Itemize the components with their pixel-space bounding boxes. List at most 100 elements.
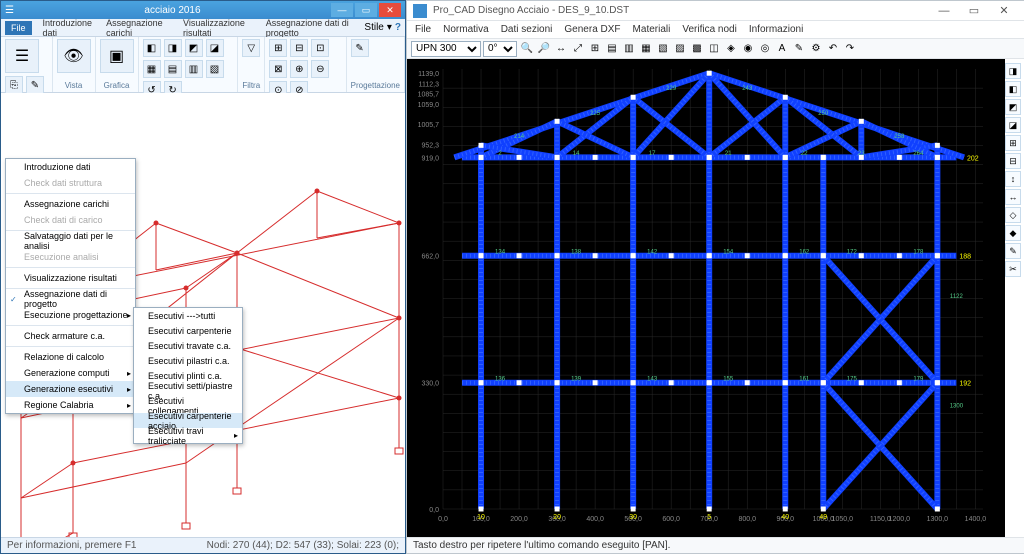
toolbar-btn[interactable]: ⤢ <box>570 41 586 57</box>
sidetool-btn[interactable]: ◨ <box>1005 63 1021 79</box>
ribbon-btn[interactable]: ⊡ <box>311 39 329 57</box>
ribbon-btn[interactable]: ◩ <box>185 39 203 57</box>
procad-menu-item[interactable]: Dati sezioni <box>501 24 553 35</box>
sidetool-btn[interactable]: ◆ <box>1005 225 1021 241</box>
toolbar-btn[interactable]: ▦ <box>638 41 654 57</box>
svg-text:919,0: 919,0 <box>421 155 439 162</box>
menu-assegnazione-carichi[interactable]: Assegnazione carichi <box>103 16 172 40</box>
sidetool-btn[interactable]: ✂ <box>1005 261 1021 277</box>
ribbon-btn[interactable]: 👁 <box>57 39 91 73</box>
procad-menu-item[interactable]: Informazioni <box>749 24 803 35</box>
sidetool-btn[interactable]: ◇ <box>1005 207 1021 223</box>
submenu-item[interactable]: Esecutivi --->tutti <box>134 308 242 323</box>
sidetool-btn[interactable]: ⊞ <box>1005 135 1021 151</box>
menu-file[interactable]: File <box>5 21 32 35</box>
ctx-item[interactable]: Regione Calabria <box>6 397 135 413</box>
angle-combo[interactable]: 0° <box>483 41 517 57</box>
procad-menu-item[interactable]: Verifica nodi <box>682 24 736 35</box>
menu-assegnazione-progetto[interactable]: Assegnazione dati di progetto <box>263 16 357 40</box>
acciaio-canvas[interactable]: Introduzione datiCheck dati struttura Ass… <box>1 93 405 537</box>
submenu-item[interactable]: Esecutivi travi tralicciate <box>134 428 242 443</box>
ribbon-btn[interactable]: ▣ <box>100 39 134 73</box>
ctx-item[interactable]: Introduzione dati <box>6 159 135 175</box>
sidetool-btn[interactable]: ↕ <box>1005 171 1021 187</box>
submenu-item[interactable]: Esecutivi carpenterie <box>134 323 242 338</box>
sidetool-btn[interactable]: ⊟ <box>1005 153 1021 169</box>
toolbar-btn[interactable]: ▨ <box>672 41 688 57</box>
ribbon-btn[interactable]: ▦ <box>143 60 161 78</box>
ctx-item[interactable]: Esecuzione progettazione <box>6 307 135 323</box>
submenu-item[interactable]: Esecutivi travate c.a. <box>134 338 242 353</box>
ctx-item[interactable]: Visualizzazione risultati <box>6 270 135 286</box>
ctx-item[interactable]: Assegnazione carichi <box>6 196 135 212</box>
toolbar-btn[interactable]: ▩ <box>689 41 705 57</box>
toolbar-btn[interactable]: ◫ <box>706 41 722 57</box>
sidetool-btn[interactable]: ◪ <box>1005 117 1021 133</box>
toolbar-btn[interactable]: ⊞ <box>587 41 603 57</box>
ribbon-btn[interactable]: ⊖ <box>311 60 329 78</box>
ribbon-btn[interactable]: ✎ <box>351 39 369 57</box>
ribbon-btn[interactable]: ⊟ <box>290 39 308 57</box>
ribbon-btn[interactable]: ◧ <box>143 39 161 57</box>
toolbar-btn[interactable]: ↶ <box>825 41 841 57</box>
procad-menu-item[interactable]: Normativa <box>443 24 489 35</box>
toolbar-btn[interactable]: ▥ <box>621 41 637 57</box>
ribbon-btn[interactable]: ◪ <box>206 39 224 57</box>
ctx-item[interactable]: Salvataggio dati per le analisi <box>6 233 135 249</box>
procad-menu-item[interactable]: Genera DXF <box>564 24 620 35</box>
stile-dropdown-icon[interactable]: ▾ <box>387 22 392 33</box>
procad-menu-item[interactable]: File <box>415 24 431 35</box>
ribbon-btn[interactable]: ▧ <box>206 60 224 78</box>
sidetool-btn[interactable]: ◧ <box>1005 81 1021 97</box>
toolbar-btn[interactable]: A <box>774 41 790 57</box>
toolbar-btn[interactable]: ⚙ <box>808 41 824 57</box>
ctx-item[interactable]: Generazione computi <box>6 365 135 381</box>
close-button[interactable]: ✕ <box>989 2 1019 20</box>
right-side-toolbar: ◨ ◧ ◩ ◪ ⊞ ⊟ ↕ ↔ ◇ ◆ ✎ ✂ <box>1005 63 1023 277</box>
svg-text:200,0: 200,0 <box>510 516 528 523</box>
ctx-item[interactable]: Relazione di calcolo <box>6 349 135 365</box>
sys-menu-icon[interactable]: ☰ <box>5 5 14 16</box>
toolbar-btn[interactable]: ◉ <box>740 41 756 57</box>
ctx-item[interactable]: Check armature c.a. <box>6 328 135 344</box>
submenu-item[interactable]: Esecutivi pilastri c.a. <box>134 353 242 368</box>
toolbar-btn[interactable]: ▧ <box>655 41 671 57</box>
menu-introduzione[interactable]: Introduzione dati <box>40 16 96 40</box>
toolbar-btn[interactable]: ↔ <box>553 41 569 57</box>
ribbon-btn[interactable]: ⊕ <box>290 60 308 78</box>
toolbar-btn[interactable]: ◎ <box>757 41 773 57</box>
sidetool-btn[interactable]: ◩ <box>1005 99 1021 115</box>
maximize-button[interactable]: ▭ <box>355 3 377 17</box>
maximize-button[interactable]: ▭ <box>959 2 989 20</box>
toolbar-btn[interactable]: ▤ <box>604 41 620 57</box>
svg-text:1200,0: 1200,0 <box>889 516 911 523</box>
svg-text:161: 161 <box>799 376 810 382</box>
toolbar-btn[interactable]: ◈ <box>723 41 739 57</box>
ribbon-btn[interactable]: ⎘ <box>5 76 23 94</box>
sidetool-btn[interactable]: ✎ <box>1005 243 1021 259</box>
sidetool-btn[interactable]: ↔ <box>1005 189 1021 205</box>
ribbon-btn[interactable]: ▽ <box>242 39 260 57</box>
toolbar-btn[interactable]: ✎ <box>791 41 807 57</box>
ctx-item[interactable]: Generazione esecutivi <box>6 381 135 397</box>
close-button[interactable]: ✕ <box>379 3 401 17</box>
toolbar-btn[interactable]: 🔍 <box>519 41 535 57</box>
procad-canvas[interactable]: 2021881922142252292432502582141721222326… <box>407 59 1005 537</box>
ribbon-btn[interactable]: ⊠ <box>269 60 287 78</box>
ctx-item: Check dati struttura <box>6 175 135 191</box>
ribbon-btn[interactable]: ✎ <box>26 76 44 94</box>
menu-visualizzazione[interactable]: Visualizzazione risultati <box>180 16 255 40</box>
toolbar-btn[interactable]: 🔎 <box>536 41 552 57</box>
ribbon-btn[interactable]: ▥ <box>185 60 203 78</box>
ribbon-btn[interactable]: ◨ <box>164 39 182 57</box>
procad-menu-item[interactable]: Materiali <box>633 24 671 35</box>
ribbon-btn[interactable]: ▤ <box>164 60 182 78</box>
toolbar-btn[interactable]: ↷ <box>842 41 858 57</box>
ribbon-btn[interactable]: ⊞ <box>269 39 287 57</box>
minimize-button[interactable]: — <box>929 2 959 20</box>
section-combo[interactable]: UPN 300 <box>411 41 481 57</box>
ribbon-btn[interactable]: ☰ <box>5 39 39 73</box>
help-icon[interactable]: ? <box>395 22 401 33</box>
svg-text:20: 20 <box>553 514 561 521</box>
ctx-item[interactable]: Assegnazione dati di progetto <box>6 291 135 307</box>
